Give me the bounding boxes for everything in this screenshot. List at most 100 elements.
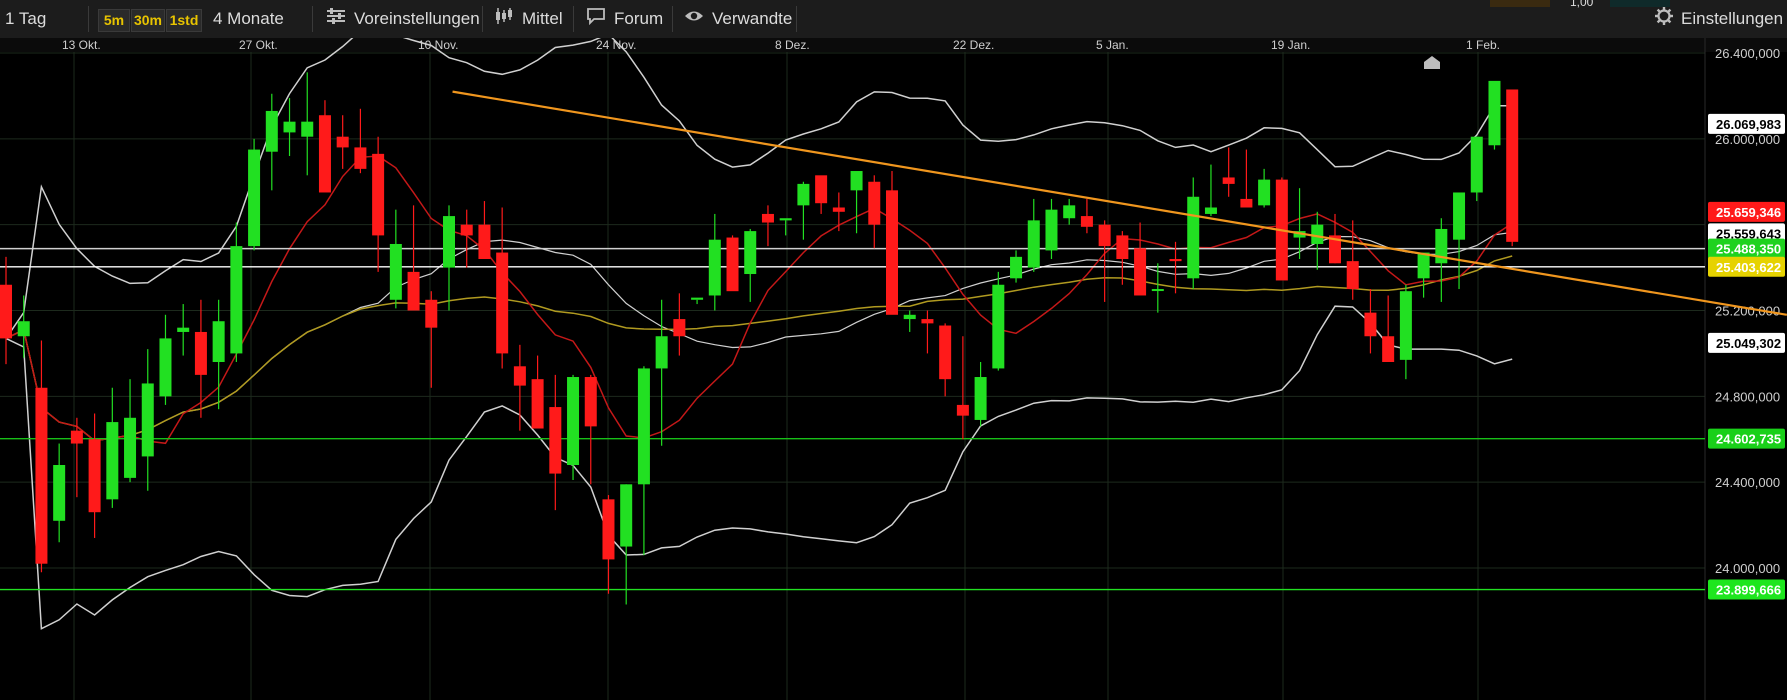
candle-body: [974, 377, 987, 420]
x-tick-label: 8 Dez.: [775, 38, 810, 52]
value-tag: 25.659,346: [1716, 205, 1781, 220]
candle-body: [141, 383, 154, 457]
settings-label: Einstellungen: [1681, 9, 1784, 28]
toolbar-divider: [88, 6, 89, 32]
candle-body: [708, 239, 721, 296]
candle-body: [1187, 196, 1200, 279]
candle-body: [389, 243, 402, 300]
candle-body: [1417, 252, 1430, 279]
candle-body: [212, 321, 225, 362]
candle-body: [637, 368, 650, 485]
candle-body: [1399, 291, 1412, 360]
timeframe-30m-button[interactable]: 30m: [131, 9, 165, 32]
candle-body: [1080, 216, 1093, 227]
candle-body: [549, 407, 562, 474]
range-selector[interactable]: 4 Monate: [213, 0, 284, 38]
candle-body: [478, 224, 491, 259]
candle-body: [921, 319, 934, 324]
candle-body: [1240, 198, 1253, 208]
candle-body: [301, 121, 314, 137]
level-tag: 23.899,666: [1716, 583, 1781, 598]
y-tick-label: 24.000,000: [1715, 561, 1780, 576]
candle-body: [53, 465, 66, 521]
candle-body: [124, 417, 137, 478]
forum-label: Forum: [614, 9, 664, 28]
indicator-button[interactable]: Mittel: [494, 0, 563, 38]
candle-body: [1488, 80, 1501, 146]
speech-bubble-icon: [586, 1, 606, 39]
y-tick-label: 26.000,000: [1715, 132, 1780, 147]
candle-body: [460, 224, 473, 236]
candle-body: [1098, 224, 1111, 247]
y-tick-label: 26.400,000: [1715, 46, 1780, 61]
candle-body: [1063, 205, 1076, 219]
candle-body: [354, 147, 367, 169]
status-bar-segment: [1610, 0, 1670, 7]
candle-body: [407, 271, 420, 311]
candle-body: [265, 110, 278, 152]
candle-body: [230, 246, 243, 354]
toolbar-divider: [482, 6, 483, 32]
candle-body: [1151, 289, 1164, 292]
candlestick-icon: [494, 1, 514, 39]
status-value: 1,00: [1570, 0, 1594, 9]
candle-body: [1470, 136, 1483, 193]
level-tag: 24.602,735: [1716, 432, 1781, 447]
candle-body: [761, 213, 774, 223]
timeframe-5m-button[interactable]: 5m: [98, 9, 130, 32]
candle-body: [443, 216, 455, 268]
candle-body: [1258, 179, 1271, 206]
candle-body: [248, 149, 261, 247]
candle-body: [372, 153, 385, 236]
candle-body: [17, 321, 30, 337]
candle-body: [939, 325, 952, 380]
y-tick-label: 24.400,000: [1715, 475, 1780, 490]
candle-body: [797, 183, 810, 206]
candle-body: [1453, 192, 1466, 240]
indicator-label: Mittel: [522, 9, 563, 28]
candle-body: [886, 190, 898, 315]
candle-body: [1010, 256, 1023, 279]
candle-body: [35, 387, 48, 564]
timeframe-1std-button[interactable]: 1std: [166, 9, 202, 32]
candle-body: [726, 237, 739, 292]
toolbar-divider: [796, 6, 797, 32]
related-button[interactable]: Verwandte: [684, 0, 792, 38]
candle-body: [283, 121, 296, 133]
level-tag: 25.403,622: [1716, 260, 1781, 275]
candle-body: [106, 422, 119, 500]
candle-body: [1204, 207, 1217, 214]
presets-button[interactable]: Voreinstellungen: [326, 0, 480, 38]
toolbar-divider: [312, 6, 313, 32]
candle-body: [425, 299, 438, 328]
forum-button[interactable]: Forum: [586, 0, 663, 38]
interval-selector[interactable]: 1 Tag: [5, 0, 46, 38]
candle-body: [691, 297, 704, 300]
candle-body: [567, 377, 580, 465]
value-tag: 26.069,983: [1716, 117, 1781, 132]
candle-body: [584, 377, 597, 427]
candle-body: [1364, 312, 1377, 337]
status-bar-segment: [1490, 0, 1550, 7]
candle-body: [88, 439, 101, 513]
candle-body: [744, 231, 757, 275]
candle-body: [194, 331, 207, 375]
candle-body: [1346, 261, 1359, 290]
candle-body: [336, 136, 349, 148]
candle-body: [868, 181, 881, 225]
x-tick-label: 24 Nov.: [596, 38, 636, 52]
x-tick-label: 27 Okt.: [239, 38, 278, 52]
candle-body: [1134, 248, 1147, 296]
candle-body: [1169, 259, 1182, 262]
level-tag: 25.488,350: [1716, 242, 1781, 257]
value-tag: 25.049,302: [1716, 336, 1781, 351]
price-chart[interactable]: 13 Okt. 27 Okt. 10 Nov. 24 Nov. 8 Dez. 22 Dez…: [0, 38, 1787, 700]
presets-label: Voreinstellungen: [354, 9, 480, 28]
sliders-icon: [326, 1, 346, 39]
candle-body: [159, 338, 172, 397]
x-tick-label: 13 Okt.: [62, 38, 101, 52]
candle-body: [602, 499, 615, 560]
candle-body: [673, 319, 686, 337]
x-tick-label: 22 Dez.: [953, 38, 994, 52]
candle-body: [177, 327, 190, 332]
